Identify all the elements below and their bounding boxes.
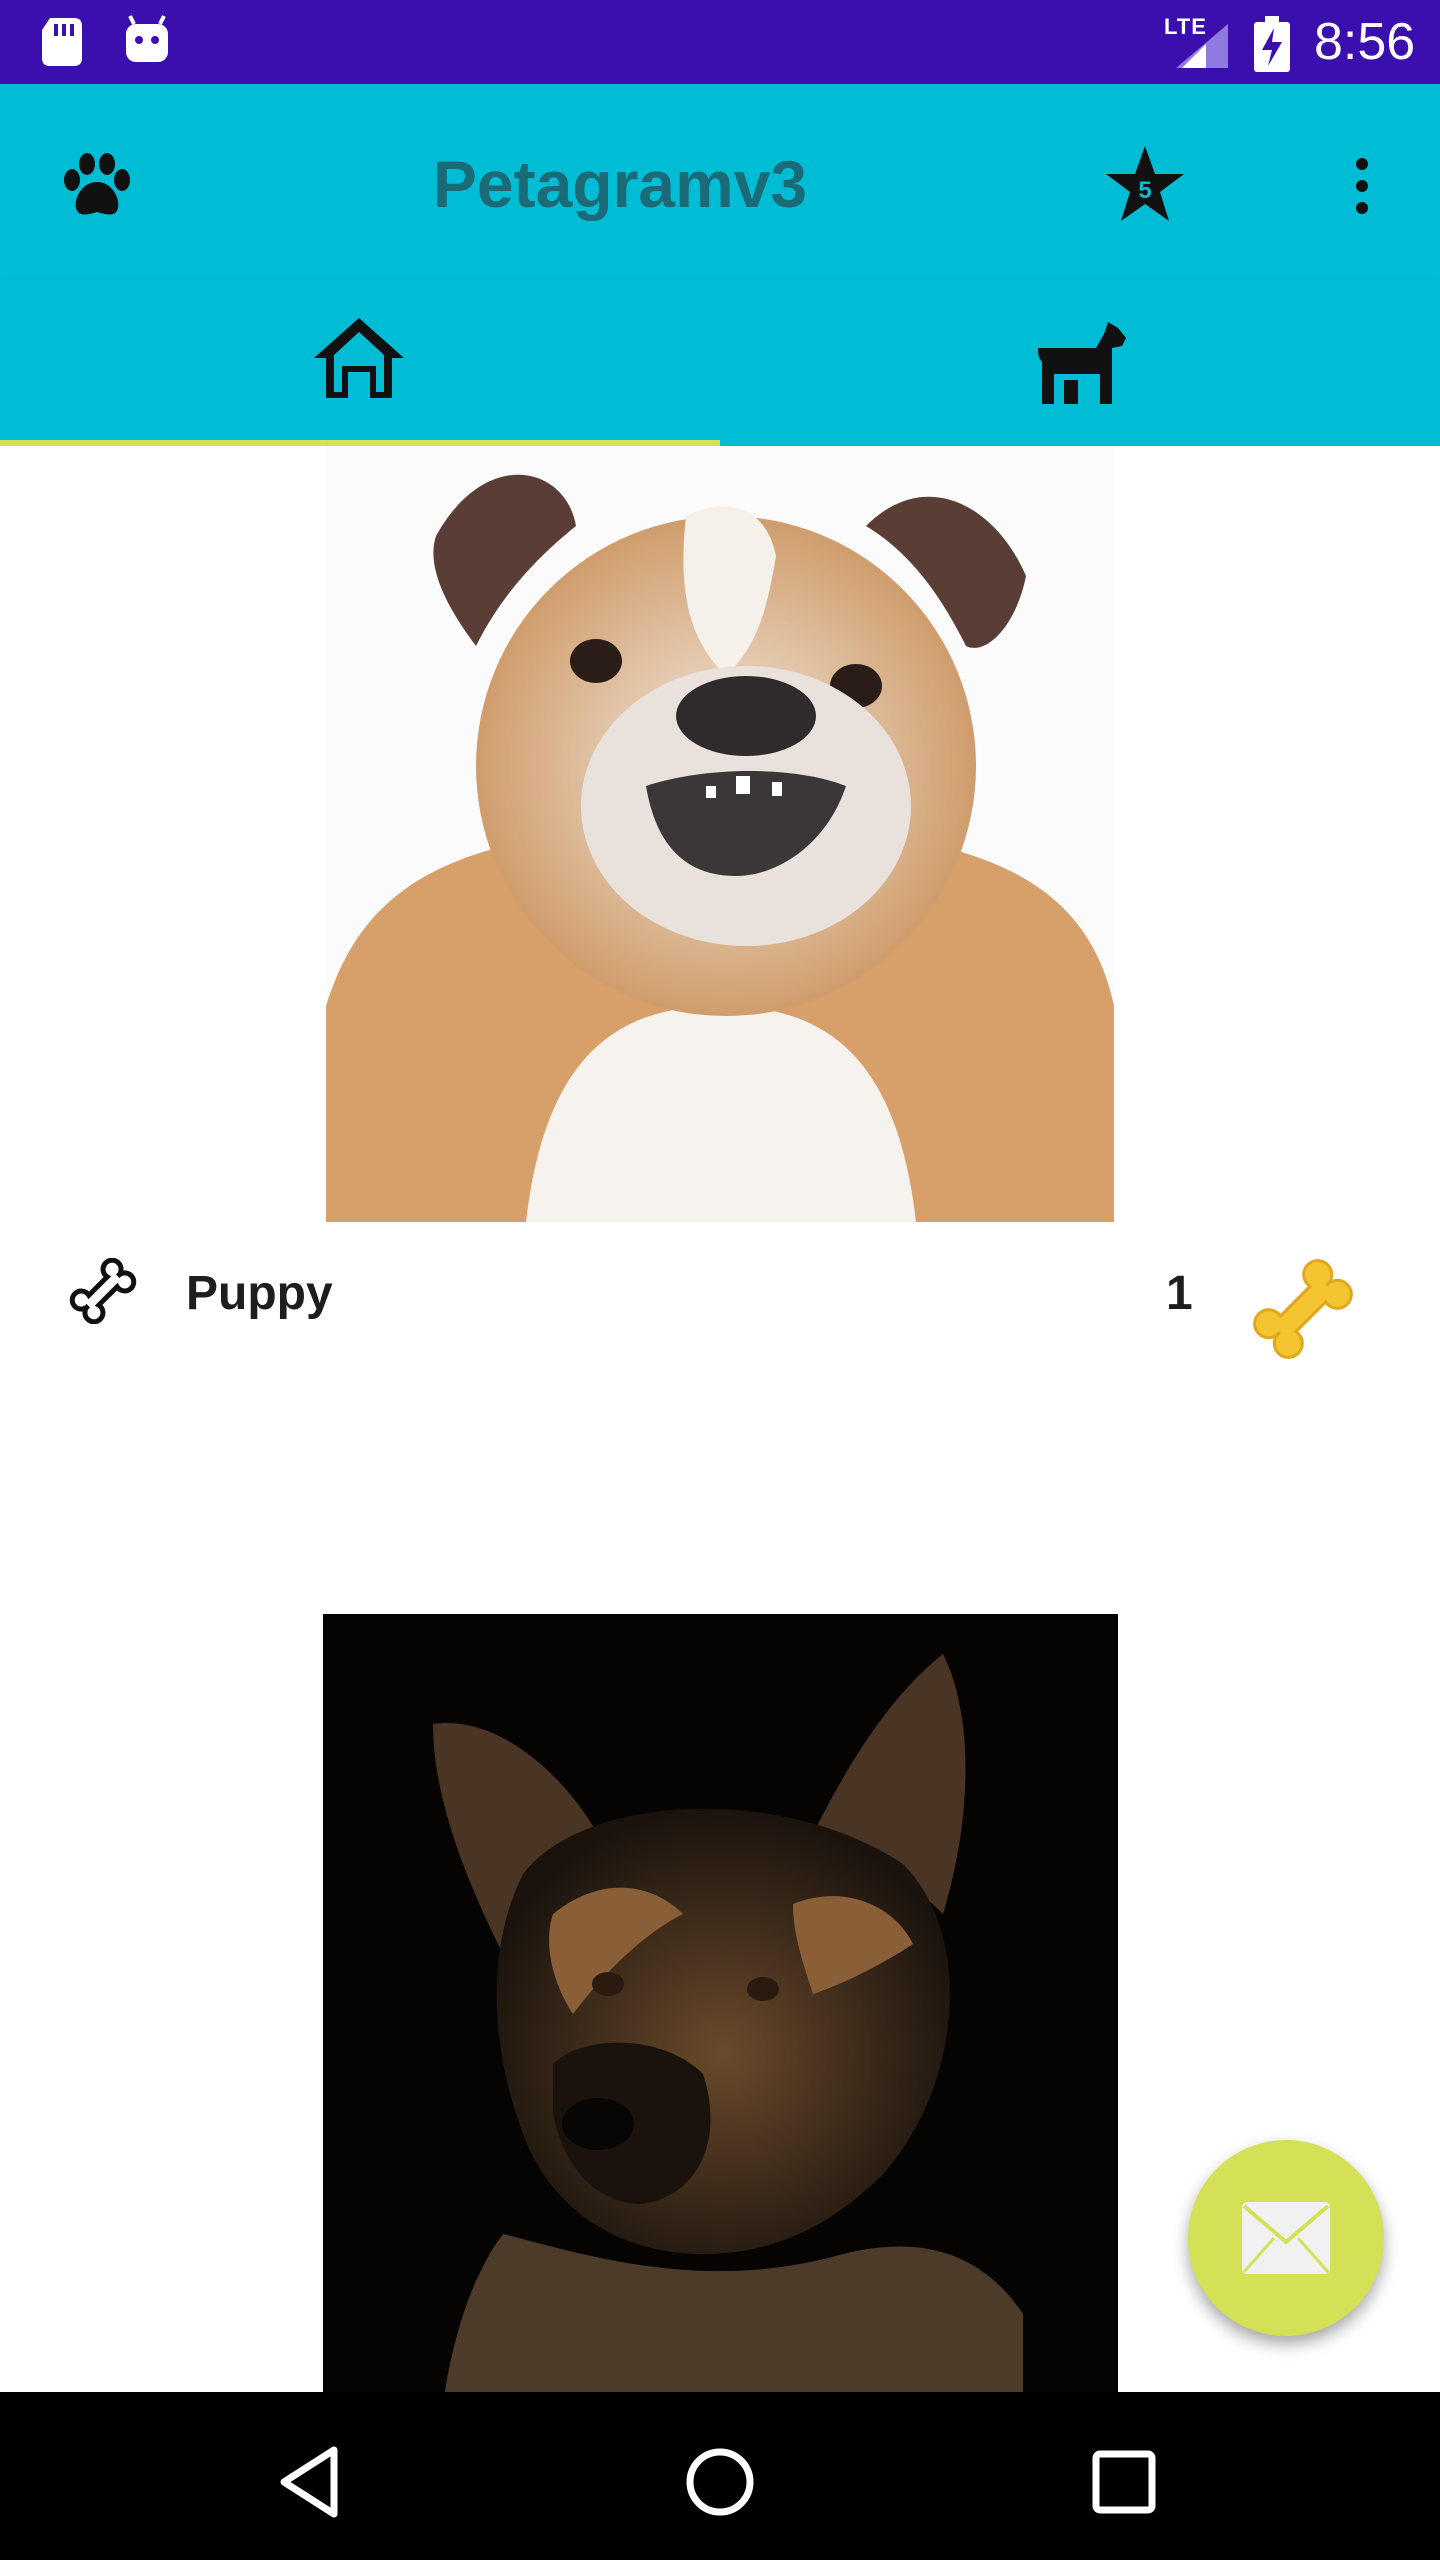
sd-card-icon <box>42 18 82 66</box>
tab-home[interactable] <box>0 280 720 446</box>
home-circle-icon[interactable] <box>670 2432 770 2532</box>
pet-info-row: Puppy 1 <box>0 1236 1440 1359</box>
tab-pet-profile[interactable] <box>720 280 1440 446</box>
signal-icon <box>1176 24 1228 68</box>
tab-bar <box>0 280 1440 446</box>
pet-name: Puppy <box>186 1267 333 1320</box>
mail-icon <box>1242 2202 1330 2274</box>
bone-outline-icon <box>69 1258 137 1324</box>
navigation-bar <box>0 2392 1440 2560</box>
recents-icon[interactable] <box>1074 2432 1174 2532</box>
back-icon[interactable] <box>264 2432 364 2532</box>
pet-photo <box>326 446 1114 1222</box>
like-bone-button[interactable] <box>1248 1254 1358 1364</box>
pet-photo <box>323 1614 1118 2392</box>
pet-feed[interactable]: Puppy 1 <box>0 446 1440 2392</box>
clock: 8:56 <box>1314 13 1416 71</box>
app-toolbar: Petagramv3 5 <box>0 84 1440 280</box>
mail-fab[interactable] <box>1188 2140 1384 2336</box>
pet-card: Puppy 1 <box>0 446 1440 1484</box>
star-badge-count: 5 <box>1138 177 1151 204</box>
app-title: Petagramv3 <box>432 147 808 221</box>
overflow-menu-icon[interactable] <box>1350 156 1374 216</box>
battery-charging-icon <box>1254 16 1290 72</box>
status-bar: LTE 8:56 <box>0 0 1440 84</box>
star-icon[interactable]: 5 <box>1104 144 1186 224</box>
like-count: 1 <box>1166 1267 1193 1320</box>
dog-icon <box>1038 322 1126 404</box>
android-icon <box>126 15 168 62</box>
home-icon <box>314 318 404 398</box>
